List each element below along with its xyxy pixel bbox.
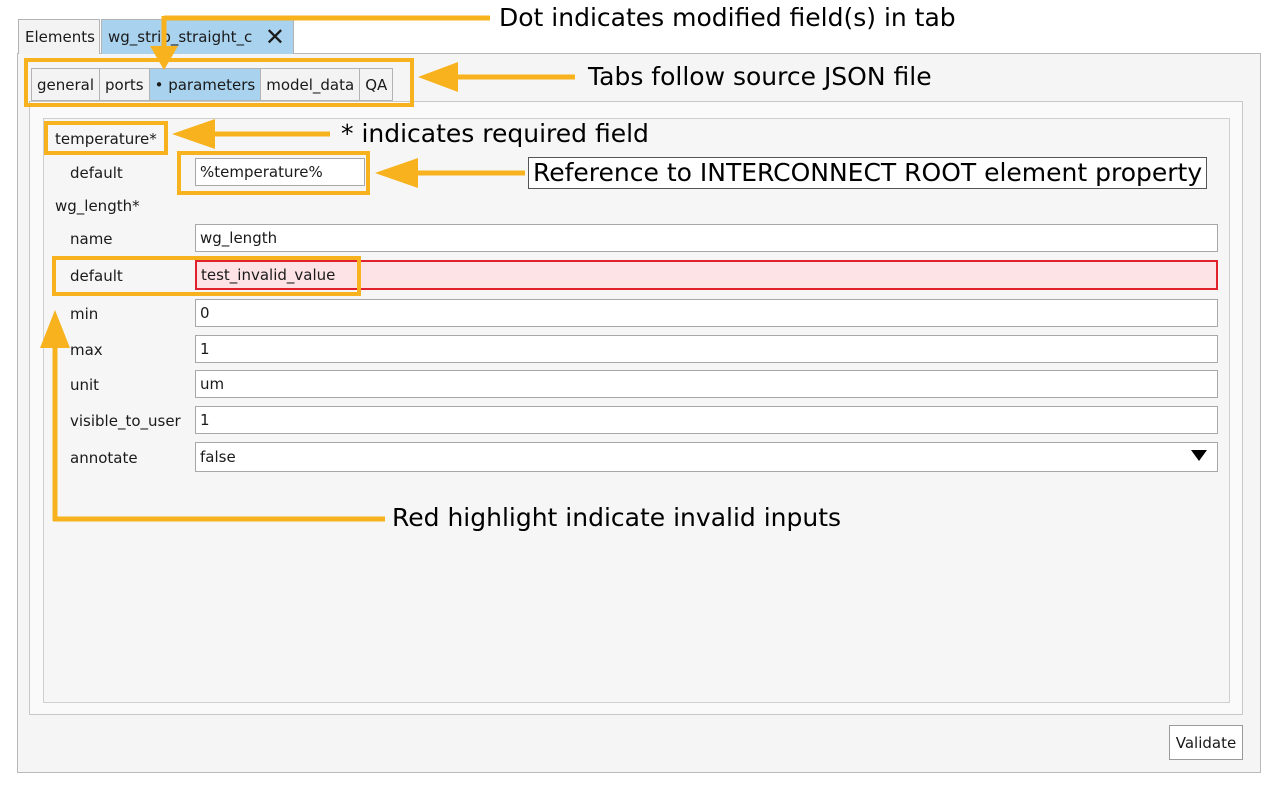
annotation-dot-text: Dot indicates modified field(s) in tab [499,3,956,32]
annotation-required-text: * indicates required field [341,119,649,148]
annotation-invalid-text: Red highlight indicate invalid inputs [392,503,842,532]
annotation-reference-text: Reference to INTERCONNECT ROOT element p… [528,157,1208,189]
annotation-tabs-text: Tabs follow source JSON file [588,62,932,91]
